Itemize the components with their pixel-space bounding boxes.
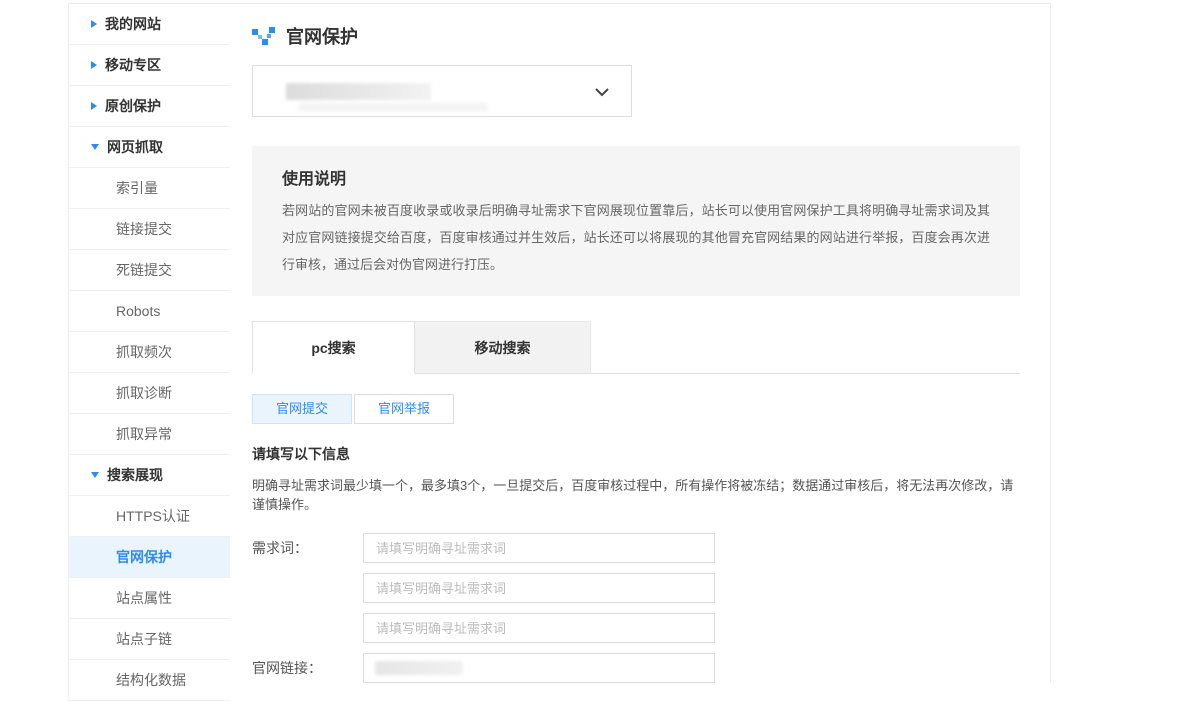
official-link-input[interactable] xyxy=(363,653,715,683)
baidu-v-icon xyxy=(252,27,276,45)
sidebar-item-label: 死链提交 xyxy=(116,260,172,280)
sidebar-item-label: 站点属性 xyxy=(116,588,172,608)
sidebar: 我的网站移动专区原创保护网页抓取索引量链接提交死链提交 Robots 抓取频次抓取诊… xyxy=(68,3,230,701)
sidebar-item-label: 结构化数据 xyxy=(116,670,186,690)
sidebar-item-label: 站点子链 xyxy=(116,629,172,649)
triangle-right-icon xyxy=(91,20,97,28)
sidebar-item-mobile-zone[interactable]: 移动专区 xyxy=(69,45,230,86)
keyword-input-2[interactable] xyxy=(363,573,715,603)
protection-form: 需求词： 官网链接： xyxy=(252,533,1020,683)
sidebar-item-label: 我的网站 xyxy=(105,14,161,34)
sidebar-item-label: 索引量 xyxy=(116,178,158,198)
sidebar-item-robots[interactable]: Robots xyxy=(69,291,230,332)
tab-filler xyxy=(591,321,1020,374)
sidebar-item-site-sublink[interactable]: 站点子链 xyxy=(69,619,230,660)
form-note: 明确寻址需求词最少填一个，最多填3个，一旦提交后，百度审核过程中，所有操作将被冻… xyxy=(252,475,1020,513)
sidebar-item-web-crawl[interactable]: 网页抓取 xyxy=(69,127,230,168)
sidebar-item-search-display[interactable]: 搜索展现 xyxy=(69,455,230,496)
sidebar-item-site-attribute[interactable]: 站点属性 xyxy=(69,578,230,619)
sidebar-item-crawl-exception[interactable]: 抓取异常 xyxy=(69,414,230,455)
sidebar-item-official-site-protection[interactable]: 官网保护 xyxy=(69,537,230,578)
sidebar-item-deadlink-submit[interactable]: 死链提交 xyxy=(69,250,230,291)
keyword-input-3[interactable] xyxy=(363,613,715,643)
sidebar-item-label: HTTPS认证 xyxy=(116,506,190,526)
search-type-tabs: pc搜索 移动搜索 xyxy=(252,321,1020,374)
keyword-label: 需求词： xyxy=(252,533,363,643)
sidebar-item-structured-data[interactable]: 结构化数据 xyxy=(69,660,230,701)
usage-body: 若网站的官网未被百度收录或收录后明确寻址需求下官网展现位置靠后，站长可以使用官网… xyxy=(282,197,990,278)
redacted-site-smear xyxy=(298,103,488,111)
sidebar-item-crawl-diagnosis[interactable]: 抓取诊断 xyxy=(69,373,230,414)
keyword-input-1[interactable] xyxy=(363,533,715,563)
usage-title: 使用说明 xyxy=(282,171,990,189)
triangle-down-icon xyxy=(91,472,99,478)
sidebar-item-original-protection[interactable]: 原创保护 xyxy=(69,86,230,127)
site-selector-dropdown[interactable] xyxy=(252,65,632,117)
sidebar-item-crawl-frequency[interactable]: 抓取频次 xyxy=(69,332,230,373)
redacted-site-name xyxy=(286,83,431,100)
tab-pc-search[interactable]: pc搜索 xyxy=(252,321,415,374)
usage-instructions-box: 使用说明 若网站的官网未被百度收录或收录后明确寻址需求下官网展现位置靠后，站长可… xyxy=(252,146,1020,296)
sidebar-item-label: 抓取异常 xyxy=(116,424,172,444)
sidebar-item-label: 移动专区 xyxy=(105,55,161,75)
sidebar-item-label: 官网保护 xyxy=(116,547,172,567)
keyword-inputs xyxy=(363,533,715,643)
tab-mobile-search[interactable]: 移动搜索 xyxy=(415,321,591,374)
sidebar-item-label: 网页抓取 xyxy=(107,137,163,157)
sidebar-item-label: 抓取频次 xyxy=(116,342,172,362)
sidebar-item-label: Robots xyxy=(116,303,160,319)
main-panel: 官网保护 使用说明 若网站的官网未被百度收录或收录后明确寻址需求下官网展现位置靠… xyxy=(230,3,1051,683)
subtab-official-submit[interactable]: 官网提交 xyxy=(252,394,352,424)
sidebar-item-index-volume[interactable]: 索引量 xyxy=(69,168,230,209)
triangle-down-icon xyxy=(91,144,99,150)
link-row: 官网链接： xyxy=(252,653,1020,683)
action-subtabs: 官网提交 官网举报 xyxy=(252,394,1020,424)
sidebar-item-label: 原创保护 xyxy=(105,96,161,116)
sidebar-item-link-submit[interactable]: 链接提交 xyxy=(69,209,230,250)
page-header: 官网保护 xyxy=(252,25,1020,47)
sidebar-item-label: 搜索展现 xyxy=(107,465,163,485)
form-heading: 请填写以下信息 xyxy=(252,444,1020,464)
keyword-row: 需求词： xyxy=(252,533,1020,643)
sidebar-item-label: 抓取诊断 xyxy=(116,383,172,403)
link-label: 官网链接： xyxy=(252,653,363,683)
sidebar-item-my-sites[interactable]: 我的网站 xyxy=(69,4,230,45)
sidebar-item-label: 链接提交 xyxy=(116,219,172,239)
triangle-right-icon xyxy=(91,102,97,110)
page-title: 官网保护 xyxy=(286,23,358,49)
chevron-down-icon xyxy=(595,88,609,97)
subtab-official-report[interactable]: 官网举报 xyxy=(354,394,454,424)
redacted-link-value xyxy=(375,661,463,675)
sidebar-item-https-cert[interactable]: HTTPS认证 xyxy=(69,496,230,537)
triangle-right-icon xyxy=(91,61,97,69)
